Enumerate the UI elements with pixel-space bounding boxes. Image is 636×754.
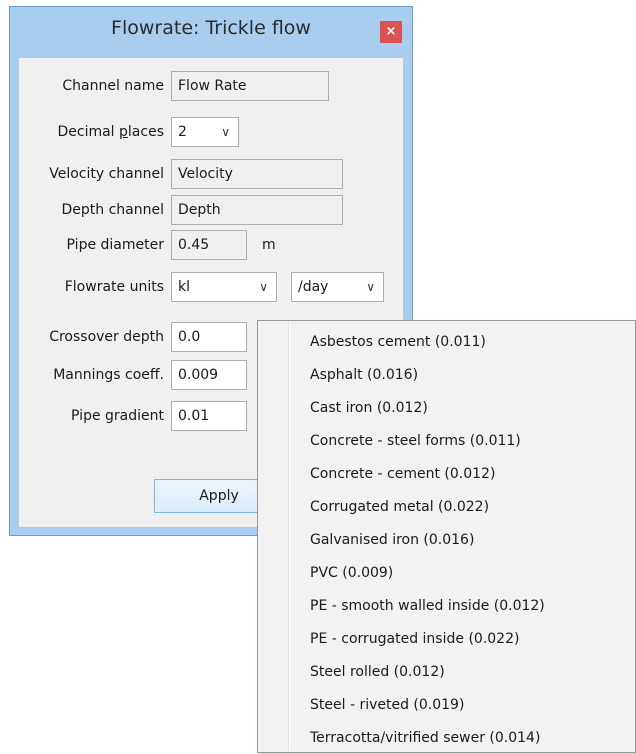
decimal-places-label-b: laces xyxy=(127,124,164,140)
pipe-gradient-label: Pipe gradient xyxy=(71,408,164,424)
flowrate-time-select[interactable]: /day ∨ xyxy=(291,272,384,302)
velocity-channel-label: Velocity channel xyxy=(49,166,164,182)
mannings-coeff-input[interactable]: 0.009 xyxy=(171,360,247,390)
pipe-diameter-label: Pipe diameter xyxy=(66,237,164,253)
channel-name-field[interactable]: Flow Rate xyxy=(171,71,329,101)
menu-item-asbestos-cement[interactable]: Asbestos cement (0.011) xyxy=(310,326,486,358)
decimal-places-label-a: Decimal xyxy=(57,124,120,140)
materials-dropdown-menu: Asbestos cement (0.011) Asphalt (0.016) … xyxy=(257,320,636,753)
menu-item-pe-corrugated[interactable]: PE - corrugated inside (0.022) xyxy=(310,623,519,655)
menu-icon-column-divider xyxy=(288,323,290,751)
pipe-diameter-field[interactable]: 0.45 xyxy=(171,230,247,260)
window-title: Flowrate: Trickle flow xyxy=(111,17,311,39)
decimal-places-value: 2 xyxy=(178,124,187,140)
mannings-coeff-label: Mannings coeff. xyxy=(53,367,164,383)
flowrate-time-value: /day xyxy=(298,279,329,295)
depth-channel-label: Depth channel xyxy=(61,202,165,218)
close-icon: × xyxy=(385,24,397,39)
menu-item-galvanised-iron[interactable]: Galvanised iron (0.016) xyxy=(310,524,474,556)
decimal-places-select[interactable]: 2 ∨ xyxy=(171,117,239,147)
chevron-down-icon: ∨ xyxy=(221,125,230,139)
title-bar[interactable]: Flowrate: Trickle flow × xyxy=(10,7,412,57)
menu-item-corrugated-metal[interactable]: Corrugated metal (0.022) xyxy=(310,491,489,523)
crossover-depth-label: Crossover depth xyxy=(49,329,164,345)
decimal-places-label-accel: p xyxy=(119,124,128,140)
velocity-channel-field[interactable]: Velocity xyxy=(171,159,343,189)
depth-channel-field[interactable]: Depth xyxy=(171,195,343,225)
menu-item-steel-rolled[interactable]: Steel rolled (0.012) xyxy=(310,656,445,688)
menu-item-steel-riveted[interactable]: Steel - riveted (0.019) xyxy=(310,689,464,721)
menu-item-asphalt[interactable]: Asphalt (0.016) xyxy=(310,359,418,391)
menu-item-concrete-steel-forms[interactable]: Concrete - steel forms (0.011) xyxy=(310,425,521,457)
channel-name-label: Channel name xyxy=(62,78,164,94)
flowrate-units-label: Flowrate units xyxy=(64,279,164,295)
chevron-down-icon: ∨ xyxy=(366,280,375,294)
menu-item-concrete-cement[interactable]: Concrete - cement (0.012) xyxy=(310,458,495,490)
pipe-gradient-input[interactable]: 0.01 xyxy=(171,401,247,431)
flowrate-volume-select[interactable]: kl ∨ xyxy=(171,272,277,302)
decimal-places-label: Decimal places xyxy=(19,117,164,147)
flowrate-volume-value: kl xyxy=(178,279,190,295)
menu-item-pvc[interactable]: PVC (0.009) xyxy=(310,557,393,589)
close-button[interactable]: × xyxy=(380,21,402,43)
chevron-down-icon: ∨ xyxy=(259,280,268,294)
menu-item-terracotta-vitrified-sewer[interactable]: Terracotta/vitrified sewer (0.014) xyxy=(310,722,540,754)
pipe-diameter-unit: m xyxy=(262,237,276,253)
crossover-depth-input[interactable]: 0.0 xyxy=(171,322,247,352)
menu-item-cast-iron[interactable]: Cast iron (0.012) xyxy=(310,392,428,424)
menu-item-pe-smooth-walled[interactable]: PE - smooth walled inside (0.012) xyxy=(310,590,545,622)
